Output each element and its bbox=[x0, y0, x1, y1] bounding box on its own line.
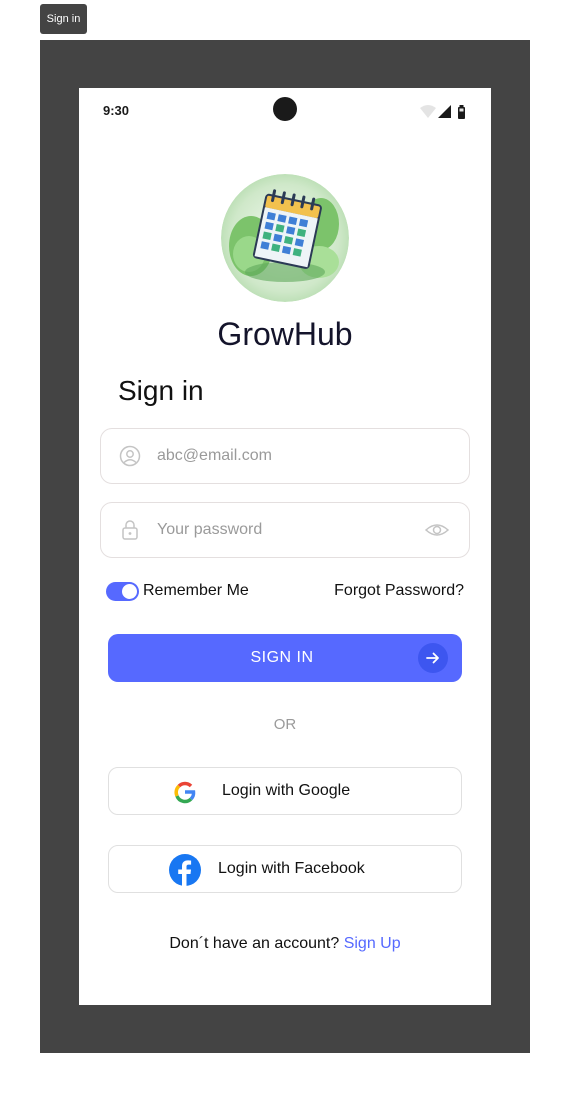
signal-icon bbox=[438, 105, 451, 118]
google-login-label: Login with Google bbox=[222, 782, 351, 799]
password-input[interactable] bbox=[157, 515, 417, 545]
status-icons bbox=[420, 105, 465, 119]
signup-link[interactable]: Sign Up bbox=[344, 935, 401, 952]
facebook-icon bbox=[169, 854, 201, 886]
sign-in-label: SIGN IN bbox=[250, 649, 314, 666]
remember-me-label: Remember Me bbox=[143, 582, 249, 599]
camera-cutout bbox=[273, 97, 297, 121]
google-icon bbox=[174, 781, 196, 804]
calendar-logo-icon bbox=[221, 174, 349, 302]
app-logo bbox=[221, 174, 349, 302]
facebook-login-label: Login with Facebook bbox=[218, 860, 365, 877]
signup-row: Don´t have an account? Sign Up bbox=[79, 935, 491, 953]
sign-in-button[interactable]: SIGN IN bbox=[108, 634, 462, 682]
signup-prompt: Don´t have an account? bbox=[169, 935, 340, 952]
toggle-knob bbox=[122, 584, 137, 599]
app-name: GrowHub bbox=[217, 316, 353, 352]
forgot-password-link[interactable]: Forgot Password? bbox=[334, 582, 464, 600]
password-field[interactable] bbox=[100, 502, 470, 558]
google-login-button[interactable]: Login with Google bbox=[108, 767, 462, 815]
page-title: Sign in bbox=[118, 375, 204, 406]
email-input[interactable] bbox=[157, 441, 417, 471]
wifi-icon bbox=[420, 105, 436, 118]
eye-icon[interactable] bbox=[425, 520, 449, 540]
status-time: 9:30 bbox=[103, 103, 130, 118]
arrow-right-icon bbox=[418, 643, 448, 673]
user-icon bbox=[119, 445, 141, 467]
facebook-login-button[interactable]: Login with Facebook bbox=[108, 845, 462, 893]
or-divider: OR bbox=[273, 716, 297, 733]
frame-label: Sign in bbox=[40, 4, 87, 34]
remember-me-toggle[interactable] bbox=[106, 582, 139, 601]
email-field[interactable] bbox=[100, 428, 470, 484]
phone-screen: 9:30 GrowHub Sign in abc@email.com Remem… bbox=[79, 88, 491, 1005]
lock-icon bbox=[122, 520, 138, 540]
